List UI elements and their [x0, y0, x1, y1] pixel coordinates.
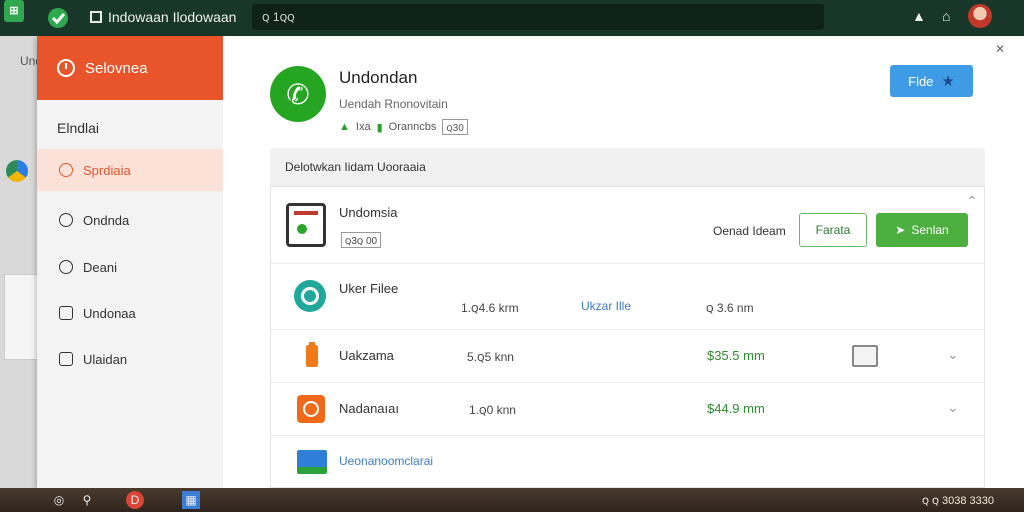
row-price: ꞯ 3.6 nm [706, 301, 754, 315]
row-size: 1.ꞯ4.6 krm [461, 301, 519, 315]
sidebar-item-ondnda[interactable]: Ondnda [37, 199, 223, 241]
desktop-panel [4, 274, 38, 360]
target-app-icon [294, 280, 326, 312]
farata-button[interactable]: Farata [799, 213, 867, 247]
app-d-icon[interactable]: D [126, 491, 144, 509]
send-icon: ➤ [895, 223, 906, 237]
row-name: Uker Filee [339, 281, 399, 296]
search-icon[interactable]: ⚲ [78, 491, 96, 509]
app-meta-c: ꞯ30 [442, 119, 468, 135]
person-icon: ▲ [339, 121, 350, 133]
featured-name: Undomsia [339, 205, 398, 220]
section-header: Delotwkan Iidam Uooraaia [270, 148, 985, 186]
list-item[interactable]: Nadanaıaı 1.ꞯ0 knn $44.9 mm ⌄ [271, 383, 984, 436]
browser-globe-icon[interactable] [6, 160, 28, 182]
row-name: Nadanaıaı [339, 401, 399, 416]
send-button-label: Senlan [911, 223, 949, 237]
phone-app-icon: ✆ [270, 66, 326, 122]
file-button-label: Flde [908, 73, 934, 89]
list-item[interactable]: Uker Filee 1.ꞯ4.6 krm Ukzar Ille ꞯ 3.6 n… [271, 264, 984, 330]
sidebar-item-ulaidan[interactable]: Ulaidan [37, 338, 223, 380]
row-name: Uakzama [339, 348, 394, 363]
app-meta: ▲ Ixa ▮ Oranncbs ꞯ30 [339, 119, 468, 135]
window-square-icon [90, 11, 102, 23]
home-icon[interactable]: ⌂ [942, 8, 950, 24]
app-title: Undondan [339, 68, 418, 87]
send-button[interactable]: ➤ Senlan [876, 213, 968, 247]
app-check-icon[interactable] [40, 0, 76, 36]
row-size: 5.ꞯ5 knn [467, 350, 514, 364]
search-input[interactable]: ꞯ 1ꞯꞯ [252, 4, 824, 30]
battery-icon [306, 342, 318, 367]
orange-app-icon [297, 395, 325, 423]
window-title: Indowaan Ilodowaan [90, 9, 236, 25]
tray-clock: ꞯ ꞯ 3038 3330 [921, 495, 994, 507]
app-subtitle: Uendah Rnonovitain [339, 97, 448, 111]
sidebar-item-undonaa[interactable]: Undonaa [37, 292, 223, 334]
app-meta-a: Ixa [355, 121, 371, 133]
chat-icon [59, 213, 73, 227]
avatar[interactable] [968, 4, 992, 28]
featured-info: Oenad Ideam [713, 224, 786, 238]
sidebar-header-label: Selovnea [85, 59, 148, 77]
window-icon [59, 306, 73, 320]
panel-icon [59, 352, 73, 366]
chevron-down-icon[interactable]: ⌄ [947, 399, 959, 416]
sidebar-item-sprdiaia[interactable]: Sprdiaia [37, 149, 223, 191]
list-item[interactable]: Uakzama 5.ꞯ5 knn $35.5 mm ⌄ [271, 330, 984, 383]
star-icon: ★ [941, 73, 955, 90]
gauge-icon [59, 260, 73, 274]
search-text: ꞯ 1ꞯꞯ [262, 10, 295, 24]
sidebar: Selovnea Elndlai Sprdiaia Ondnda Deani U… [37, 36, 223, 488]
app-meta-b: Oranncbs [388, 121, 437, 133]
sidebar-item-label: Deani [83, 259, 117, 275]
sidebar-section-label: Elndlai [57, 120, 100, 136]
clock-icon [57, 59, 75, 77]
device-icon: ▮ [376, 121, 383, 134]
sidebar-item-label: Sprdiaia [83, 162, 131, 178]
row-name[interactable]: Ueonanoomclarai [339, 454, 433, 468]
sidebar-item-label: Undonaa [83, 305, 136, 321]
chevron-up-icon[interactable]: ⌃ [966, 193, 978, 210]
sidebar-item-label: Ulaidan [83, 351, 128, 367]
chevron-down-icon[interactable]: ⌄ [947, 346, 959, 363]
store-window: Selovnea Elndlai Sprdiaia Ondnda Deani U… [37, 36, 1024, 488]
sidebar-item-label: Ondnda [83, 212, 130, 228]
taskbar: ◎ ⚲ D ▦ ꞯ ꞯ 3038 3330 [0, 488, 1024, 512]
bag-icon [59, 163, 73, 177]
store-logo-icon[interactable]: ⊞ [4, 0, 24, 22]
title-bar: ⊞ Indowaan Ilodowaan ꞯ 1ꞯꞯ ▲ ⌂ [0, 0, 1024, 36]
downloads-list: Undomsia ꞯ3ꞯ 00 Oenad Ideam Farata ➤ Sen… [270, 186, 985, 488]
checkbox[interactable] [852, 345, 878, 367]
row-link[interactable]: Ukzar Ille [581, 299, 631, 313]
row-size: 1.ꞯ0 knn [469, 403, 516, 417]
user-icon[interactable]: ▲ [912, 8, 926, 24]
featured-tag: ꞯ3ꞯ 00 [341, 232, 382, 248]
list-item[interactable]: Ueonanoomclarai [271, 436, 984, 488]
landscape-app-icon [297, 450, 327, 474]
windows-icon[interactable]: ▦ [182, 491, 200, 509]
start-icon[interactable]: ◎ [50, 491, 68, 509]
window-title-text: Indowaan Ilodowaan [108, 9, 237, 25]
row-price: $35.5 mm [707, 348, 765, 363]
sidebar-item-deani[interactable]: Deani [37, 246, 223, 288]
farata-button-label: Farata [815, 223, 851, 237]
close-icon[interactable]: ✕ [995, 42, 1005, 56]
file-button[interactable]: Flde ★ [890, 65, 973, 97]
main-content: ✕ ✆ Undondan Uendah Rnonovitain ▲ Ixa ▮ … [223, 36, 1024, 488]
list-item[interactable]: Undomsia ꞯ3ꞯ 00 Oenad Ideam Farata ➤ Sen… [271, 187, 984, 264]
tablet-icon [286, 203, 326, 247]
sidebar-header[interactable]: Selovnea [37, 36, 223, 100]
row-price: $44.9 mm [707, 401, 765, 416]
